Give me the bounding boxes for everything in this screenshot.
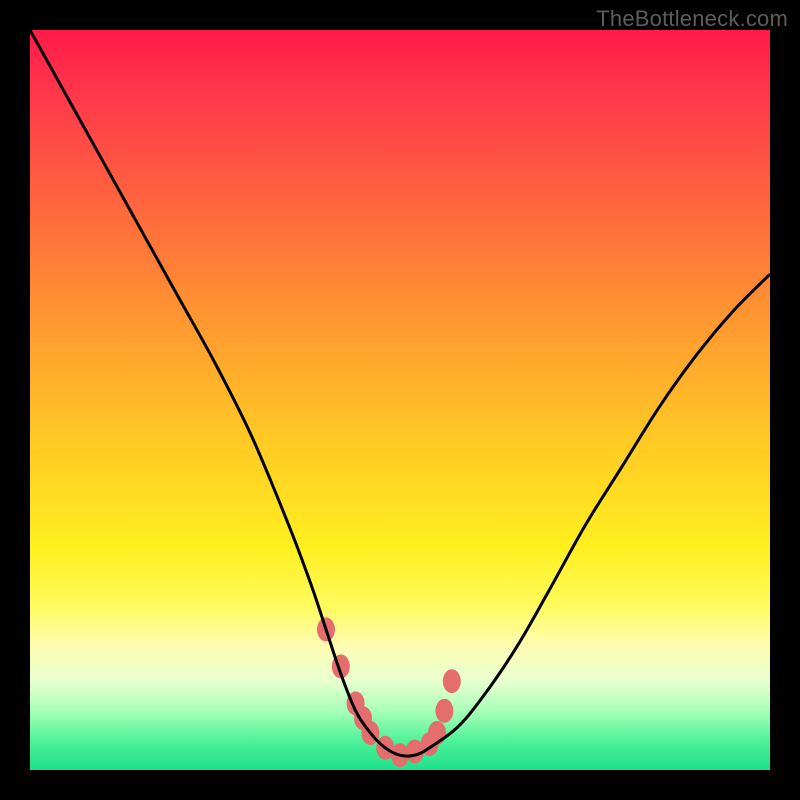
chart-svg <box>30 30 770 770</box>
highlight-dots-group <box>317 617 461 767</box>
bottleneck-curve <box>30 30 770 756</box>
watermark-text: TheBottleneck.com <box>596 6 788 32</box>
chart-frame: TheBottleneck.com <box>0 0 800 800</box>
highlight-dot <box>435 699 453 723</box>
plot-area <box>30 30 770 770</box>
highlight-dot <box>443 669 461 693</box>
